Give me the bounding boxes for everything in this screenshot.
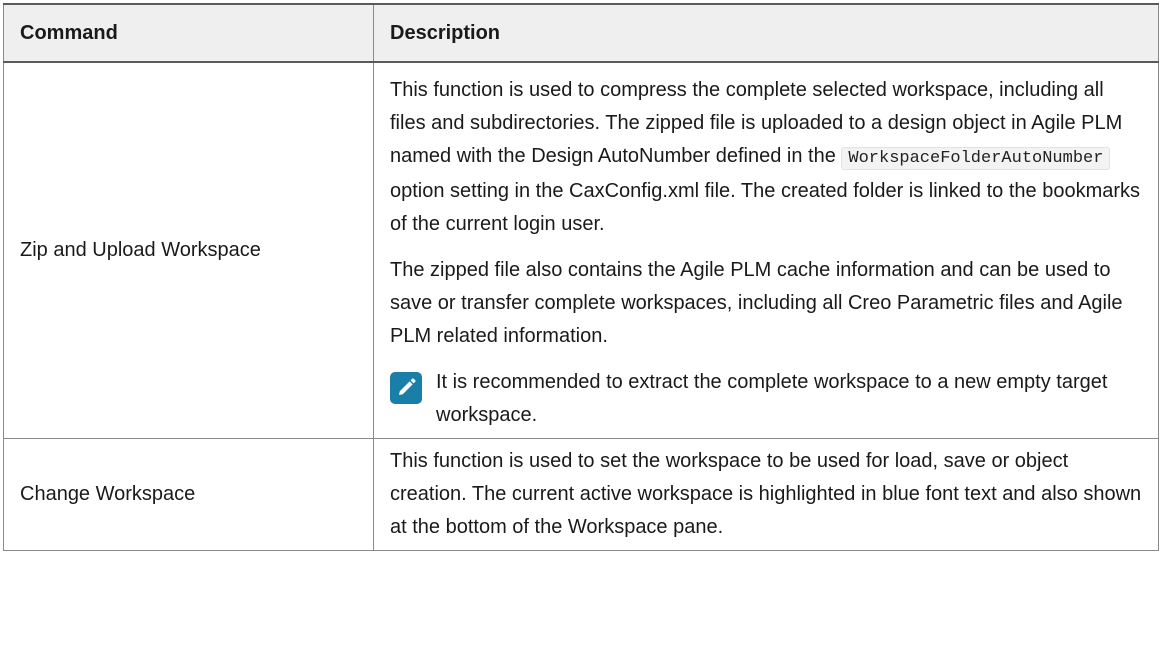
table-row: Change Workspace This function is used t… bbox=[3, 438, 1159, 551]
commands-table: Command Description Zip and Upload Works… bbox=[3, 3, 1159, 551]
table-header: Command Description bbox=[3, 3, 1159, 63]
description-cell: This function is used to compress the co… bbox=[373, 61, 1159, 439]
header-row: Command Description bbox=[3, 3, 1159, 63]
header-description: Description bbox=[373, 3, 1159, 63]
note-box: It is recommended to extract the complet… bbox=[390, 366, 1142, 432]
note-text: It is recommended to extract the complet… bbox=[436, 371, 1108, 426]
edit-pencil-icon bbox=[390, 372, 422, 404]
description-paragraph: This function is used to compress the co… bbox=[390, 74, 1142, 241]
command-cell: Zip and Upload Workspace bbox=[3, 61, 374, 439]
description-text: option setting in the CaxConfig.xml file… bbox=[390, 180, 1141, 235]
description-cell: This function is used to set the workspa… bbox=[373, 438, 1159, 551]
description-paragraph: The zipped file also contains the Agile … bbox=[390, 259, 1123, 347]
option-name-code: WorkspaceFolderAutoNumber bbox=[841, 147, 1111, 170]
header-command: Command bbox=[3, 3, 374, 63]
table-row: Zip and Upload Workspace This function i… bbox=[3, 61, 1159, 439]
command-cell: Change Workspace bbox=[3, 438, 374, 551]
